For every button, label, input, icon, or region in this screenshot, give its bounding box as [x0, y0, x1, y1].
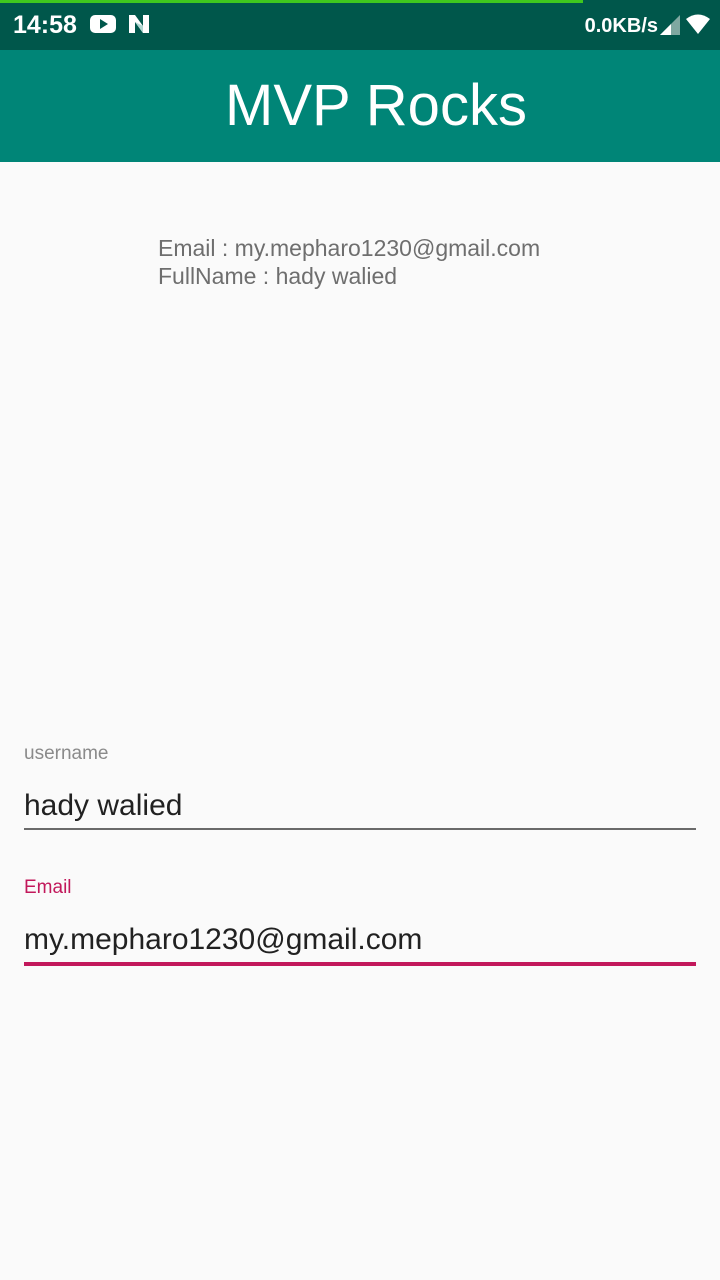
email-input[interactable]: [24, 920, 696, 960]
signal-icon: [660, 15, 680, 40]
email-field: Email: [24, 876, 696, 966]
status-bar: 14:58 0.0KB/s: [0, 0, 720, 50]
app-title: MVP Rocks: [225, 73, 527, 138]
n-app-icon: [128, 13, 150, 40]
email-underline: [24, 962, 696, 966]
screen: 14:58 0.0KB/s MVP Rocks Email: my.mepha…: [0, 0, 720, 1280]
username-input[interactable]: [24, 786, 696, 826]
wifi-icon: [686, 14, 710, 39]
youtube-icon: [90, 13, 116, 40]
info-fullname: FullName : hady walied: [158, 263, 398, 289]
load-progress-bar: [0, 0, 584, 3]
status-time: 14:58: [13, 11, 77, 39]
username-field: username: [24, 742, 696, 830]
app-bar: MVP Rocks: [0, 50, 720, 162]
username-label: username: [24, 743, 109, 764]
username-underline: [24, 828, 696, 830]
user-info: Email : my.mepharo1230@gmail.com FullNam…: [158, 234, 540, 290]
network-speed: 0.0KB/s: [584, 15, 658, 37]
info-email: Email : my.mepharo1230@gmail.com: [158, 235, 541, 261]
email-label: Email: [24, 877, 72, 898]
